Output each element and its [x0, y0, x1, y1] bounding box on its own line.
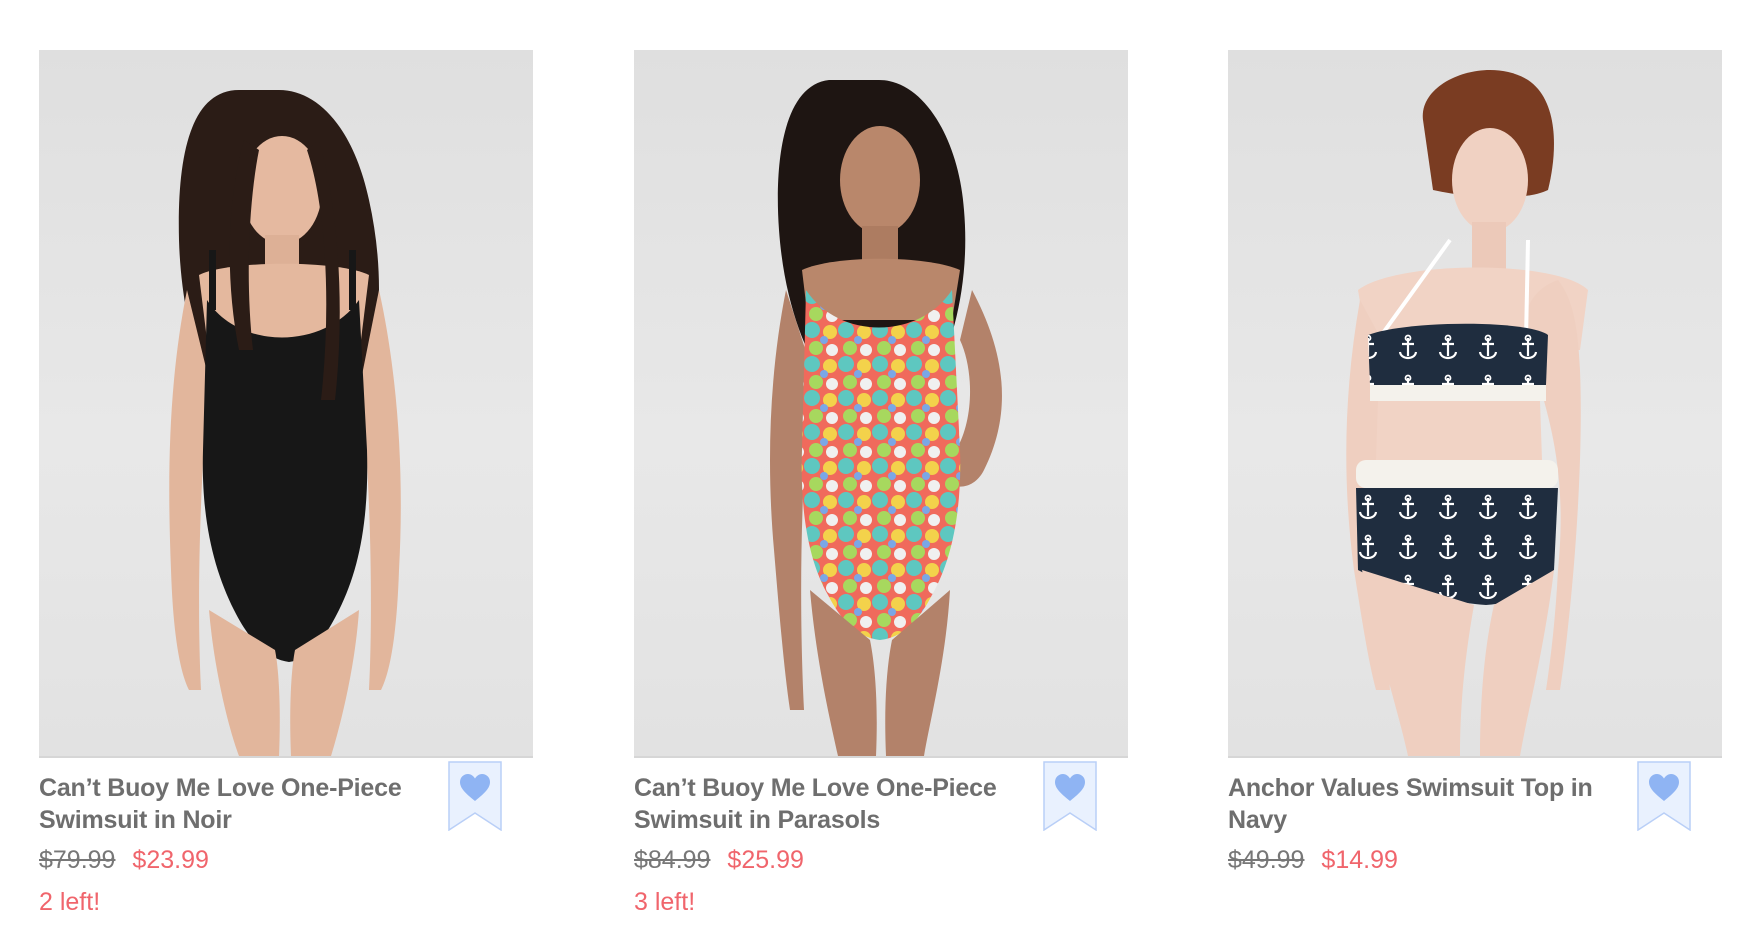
product-image[interactable]	[1228, 50, 1722, 758]
product-card: Anchor Values Swimsuit Top in Navy $49.9…	[1228, 50, 1722, 887]
product-info: Can’t Buoy Me Love One-Piece Swimsuit in…	[39, 758, 533, 917]
favorite-button[interactable]	[1637, 761, 1691, 831]
product-card: Can’t Buoy Me Love One-Piece Swimsuit in…	[39, 50, 533, 917]
product-image[interactable]	[634, 50, 1128, 758]
original-price: $49.99	[1228, 846, 1305, 874]
product-title[interactable]: Can’t Buoy Me Love One-Piece Swimsuit in…	[634, 772, 1034, 836]
price-row: $49.99 $14.99	[1228, 845, 1722, 875]
product-info: Can’t Buoy Me Love One-Piece Swimsuit in…	[634, 758, 1128, 917]
product-image[interactable]	[39, 50, 533, 758]
heart-ribbon-icon	[448, 761, 502, 831]
original-price: $84.99	[634, 846, 711, 874]
sale-price: $25.99	[727, 846, 804, 874]
stock-note: 2 left!	[39, 888, 101, 916]
stock-note: 3 left!	[634, 888, 696, 916]
product-card: Can’t Buoy Me Love One-Piece Swimsuit in…	[634, 50, 1128, 917]
product-title[interactable]: Can’t Buoy Me Love One-Piece Swimsuit in…	[39, 772, 439, 836]
heart-ribbon-icon	[1043, 761, 1097, 831]
product-grid: Can’t Buoy Me Love One-Piece Swimsuit in…	[0, 0, 1764, 926]
sale-price: $23.99	[132, 846, 209, 874]
sale-price: $14.99	[1321, 846, 1398, 874]
price-row: $79.99 $23.99	[39, 845, 533, 875]
favorite-button[interactable]	[448, 761, 502, 831]
favorite-button[interactable]	[1043, 761, 1097, 831]
price-row: $84.99 $25.99	[634, 845, 1128, 875]
product-title[interactable]: Anchor Values Swimsuit Top in Navy	[1228, 772, 1628, 836]
heart-ribbon-icon	[1637, 761, 1691, 831]
original-price: $79.99	[39, 846, 116, 874]
product-info: Anchor Values Swimsuit Top in Navy $49.9…	[1228, 758, 1722, 875]
